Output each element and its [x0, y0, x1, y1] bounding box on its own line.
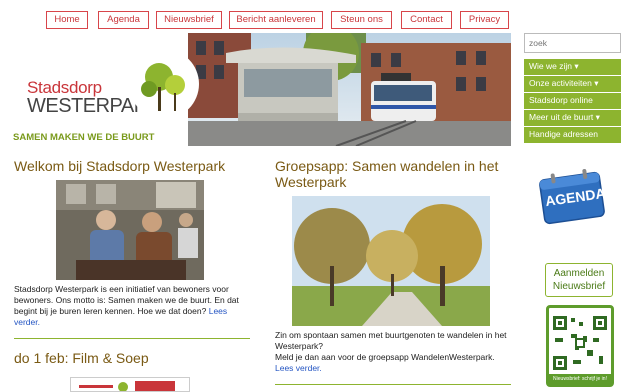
sidemenu-wie-we-zijn[interactable]: Wie we zijn ▾ — [524, 59, 621, 75]
article-image-film-soep — [70, 377, 190, 392]
header-banner: Stadsdorp WESTERPARK SAMEN MAKEN WE DE B… — [13, 33, 511, 146]
article-text-welkom: Stadsdorp Westerpark is een initiatief v… — [14, 284, 239, 316]
sidemenu-meer-uit-de-buurt[interactable]: Meer uit de buurt ▾ — [524, 110, 621, 126]
nav-steun-ons[interactable]: Steun ons — [331, 11, 392, 29]
logo-trees-icon — [129, 49, 199, 119]
article-groepsapp: Groepsapp: Samen wandelen in het Westerp… — [275, 158, 511, 374]
logo-area: Stadsdorp WESTERPARK SAMEN MAKEN WE DE B… — [13, 33, 199, 146]
article-image-welkom — [56, 180, 204, 280]
header-photo-tram — [156, 33, 511, 146]
sidemenu-onze-activiteiten[interactable]: Onze activiteiten ▾ — [524, 76, 621, 92]
nav-privacy[interactable]: Privacy — [460, 11, 509, 29]
qr-caption: Nieuwsbrief: schrijf je in! — [549, 374, 611, 384]
article-title-welkom[interactable]: Welkom bij Stadsdorp Westerpark — [14, 158, 250, 174]
qr-code-icon — [553, 316, 607, 370]
article-text-groepsapp-1: Zin om spontaan samen met buurtgenoten t… — [275, 330, 507, 351]
nav-home[interactable]: Home — [46, 11, 88, 29]
article-title-groepsapp[interactable]: Groepsapp: Samen wandelen in het Westerp… — [275, 158, 511, 190]
sidemenu-handige-adressen[interactable]: Handige adressen — [524, 127, 621, 143]
qr-code[interactable]: Nieuwsbrief: schrijf je in! — [546, 305, 614, 387]
tram-street-image — [156, 33, 511, 146]
slogan: SAMEN MAKEN WE DE BUURT — [13, 132, 155, 143]
nieuwsbrief-line1: Aanmelden — [553, 268, 605, 279]
sidemenu-stadsdorp-online[interactable]: Stadsdorp online — [524, 93, 621, 109]
article-title-film-soep[interactable]: do 1 feb: Film & Soep — [14, 350, 149, 366]
divider-col1 — [14, 338, 250, 339]
lees-verder-link-groepsapp[interactable]: Lees verder. — [275, 363, 322, 373]
article-text-groepsapp-2: Meld je dan aan voor de groepsapp Wandel… — [275, 352, 495, 362]
nav-bericht-aanleveren[interactable]: Bericht aanleveren — [229, 11, 323, 29]
divider-col2 — [275, 384, 511, 385]
search-input[interactable] — [524, 33, 621, 53]
nav-contact[interactable]: Contact — [401, 11, 452, 29]
nav-agenda[interactable]: Agenda — [98, 11, 149, 29]
article-welkom: Welkom bij Stadsdorp Westerpark Stadsdor… — [14, 158, 250, 328]
nieuwsbrief-line2: Nieuwsbrief — [552, 281, 606, 292]
nav-nieuwsbrief[interactable]: Nieuwsbrief — [156, 11, 222, 29]
aanmelden-nieuwsbrief-button[interactable]: Aanmelden Nieuwsbrief — [545, 263, 613, 297]
side-menu: Wie we zijn ▾ Onze activiteiten ▾ Stadsd… — [524, 59, 621, 144]
article-image-groepsapp — [292, 196, 490, 326]
agenda-icon[interactable]: AGENDA — [536, 168, 608, 226]
